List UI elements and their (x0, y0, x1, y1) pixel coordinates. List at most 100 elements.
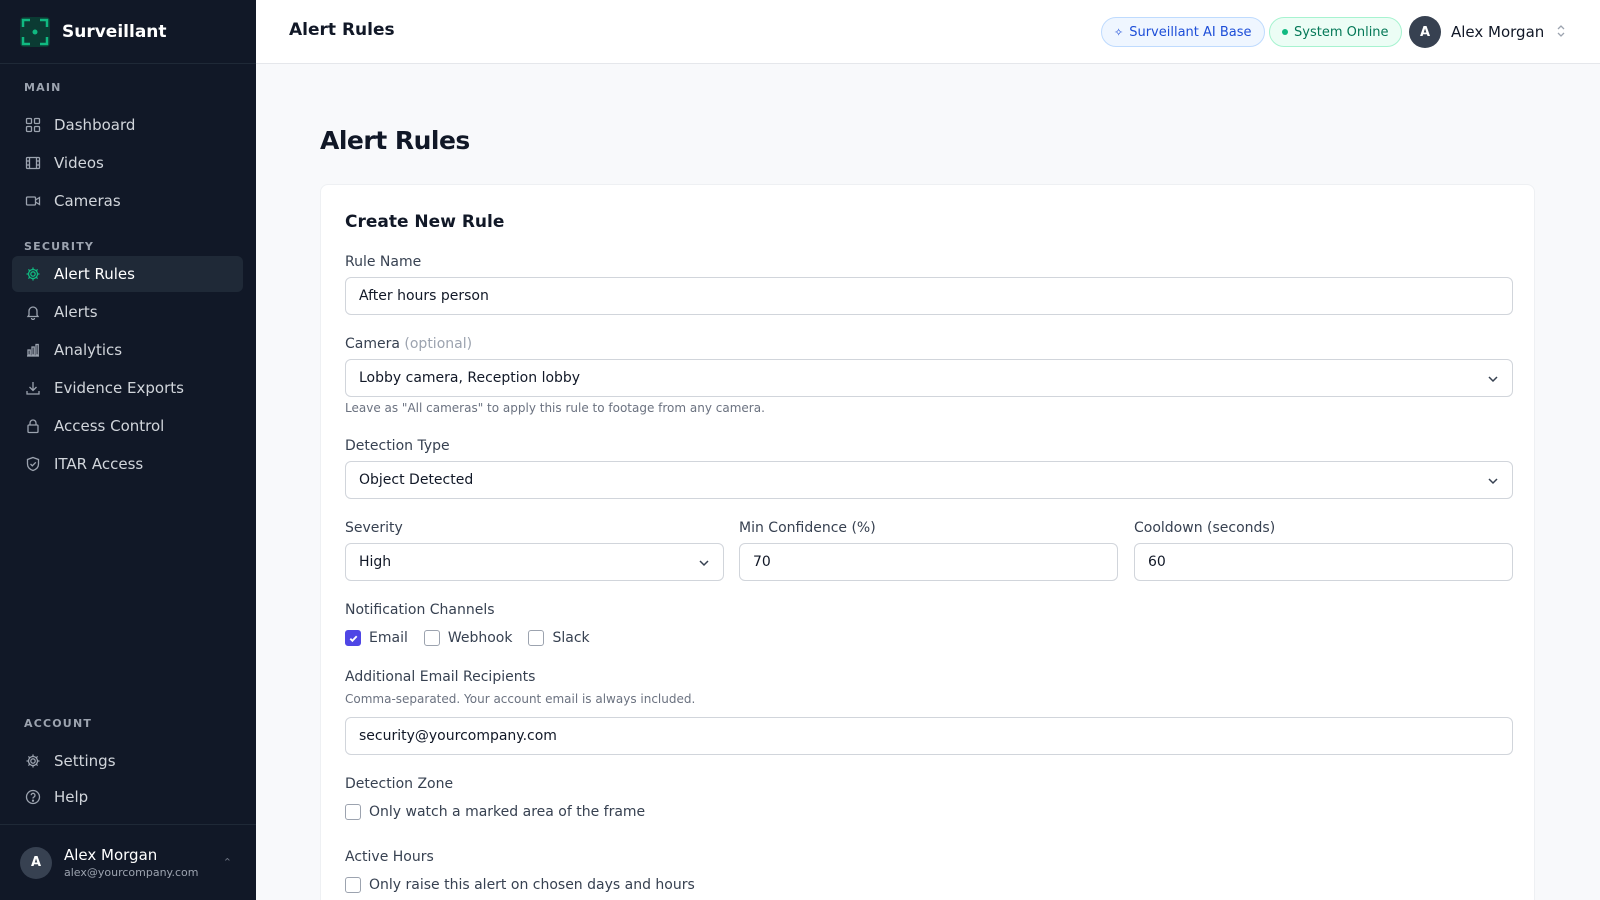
status-badge: System Online (1269, 17, 1402, 47)
download-icon (24, 379, 42, 397)
chevron-up-down-icon: ⌃ (222, 856, 232, 869)
page-title: Alert Rules (320, 126, 470, 155)
bell-icon (24, 303, 42, 321)
channel-email-label: Email (369, 630, 408, 646)
min-confidence-value: 70 (753, 554, 771, 570)
active-hours-checkbox[interactable] (345, 877, 361, 893)
sidebar-item-analytics[interactable]: Analytics (12, 332, 243, 368)
sidebar-item-settings[interactable]: Settings (12, 743, 243, 779)
notification-channels-label: Notification Channels (345, 602, 495, 618)
channel-slack[interactable]: Slack (528, 630, 590, 646)
sidebar-item-label: Alerts (54, 303, 98, 321)
email-recipients-label: Additional Email Recipients (345, 669, 536, 685)
grid-icon (24, 116, 42, 134)
ai-badge-label: Surveillant AI Base (1129, 24, 1252, 40)
avatar: A (20, 846, 52, 879)
section-security-label: SECURITY (24, 240, 95, 253)
rule-name-label: Rule Name (345, 254, 422, 270)
sidebar-item-evidence-exports[interactable]: Evidence Exports (12, 370, 243, 406)
section-account-label: ACCOUNT (24, 717, 93, 730)
detection-zone-checkbox[interactable] (345, 804, 361, 820)
top-user-menu[interactable]: A Alex Morgan (1409, 16, 1566, 48)
brand[interactable]: Surveillant (0, 0, 256, 64)
channel-webhook-label: Webhook (447, 630, 513, 646)
severity-label: Severity (345, 520, 403, 536)
sidebar-item-label: ITAR Access (54, 455, 144, 473)
sidebar-user-menu[interactable]: A Alex Morgan alex@yourcompany.com ⌃ (0, 824, 256, 900)
slack-checkbox[interactable] (528, 630, 545, 646)
cooldown-value: 60 (1148, 554, 1166, 570)
status-dot-icon (1282, 29, 1288, 35)
chevron-down-icon (699, 560, 709, 567)
sidebar-item-label: Cameras (54, 192, 121, 210)
status-badge-label: System Online (1294, 24, 1389, 40)
sidebar-item-itar-access[interactable]: ITAR Access (12, 446, 243, 482)
detection-zone-option-label: Only watch a marked area of the frame (369, 804, 646, 820)
user-name: Alex Morgan (1451, 23, 1545, 41)
app-name: Surveillant (62, 21, 167, 42)
cooldown-input[interactable]: 60 (1134, 543, 1513, 581)
topbar: Alert Rules ✧ Surveillant AI Base System… (256, 0, 1600, 64)
sidebar: Surveillant MAIN Dashboard Videos Camera… (0, 0, 256, 900)
sidebar-item-cameras[interactable]: Cameras (12, 183, 243, 219)
bar-chart-icon (24, 341, 42, 359)
detection-type-select[interactable]: Object Detected (345, 461, 1513, 499)
cooldown-label: Cooldown (seconds) (1134, 520, 1276, 536)
severity-value: High (359, 554, 392, 570)
sidebar-item-label: Analytics (54, 341, 123, 359)
active-hours-option[interactable]: Only raise this alert on chosen days and… (345, 877, 695, 893)
card-title: Create New Rule (345, 212, 505, 232)
film-icon (24, 154, 42, 172)
section-main-label: MAIN (24, 81, 62, 94)
video-camera-icon (24, 192, 42, 210)
lock-icon (24, 417, 42, 435)
gear-icon (24, 752, 42, 770)
help-circle-icon (24, 788, 42, 806)
min-confidence-label: Min Confidence (%) (739, 520, 876, 536)
channel-email[interactable]: Email (345, 630, 408, 646)
user-email: alex@yourcompany.com (64, 866, 199, 879)
camera-label-text: Camera (345, 336, 400, 352)
ai-badge[interactable]: ✧ Surveillant AI Base (1101, 17, 1265, 47)
chevron-down-icon (1488, 376, 1498, 383)
email-recipients-value: security@yourcompany.com (359, 728, 557, 744)
camera-select-value: Lobby camera, Reception lobby (359, 370, 581, 386)
detection-zone-label: Detection Zone (345, 776, 454, 792)
detection-zone-option[interactable]: Only watch a marked area of the frame (345, 804, 645, 820)
avatar: A (1409, 16, 1441, 48)
email-recipients-input[interactable]: security@yourcompany.com (345, 717, 1513, 755)
severity-select[interactable]: High (345, 543, 724, 581)
sidebar-item-label: Videos (54, 154, 104, 172)
detection-type-value: Object Detected (359, 472, 474, 488)
chevron-down-icon (1488, 478, 1498, 485)
sidebar-item-label: Dashboard (54, 116, 136, 134)
sidebar-item-access-control[interactable]: Access Control (12, 408, 243, 444)
shield-check-icon (24, 455, 42, 473)
notification-channels: Email Webhook Slack (345, 630, 606, 646)
email-checkbox[interactable] (345, 630, 361, 646)
sidebar-item-alerts[interactable]: Alerts (12, 294, 243, 330)
topbar-title: Alert Rules (289, 20, 395, 40)
rule-name-input[interactable]: After hours person (345, 277, 1513, 315)
user-name: Alex Morgan (64, 846, 158, 864)
sidebar-item-alert-rules[interactable]: Alert Rules (12, 256, 243, 292)
min-confidence-input[interactable]: 70 (739, 543, 1118, 581)
sidebar-item-label: Evidence Exports (54, 379, 184, 397)
chevron-up-down-icon (1556, 24, 1566, 41)
active-hours-label: Active Hours (345, 849, 434, 865)
webhook-checkbox[interactable] (423, 630, 440, 646)
active-hours-option-label: Only raise this alert on chosen days and… (369, 877, 695, 893)
camera-select[interactable]: Lobby camera, Reception lobby (345, 359, 1513, 397)
sidebar-item-dashboard[interactable]: Dashboard (12, 107, 243, 143)
sidebar-item-videos[interactable]: Videos (12, 145, 243, 181)
sidebar-item-label: Alert Rules (54, 265, 135, 283)
detection-type-label: Detection Type (345, 438, 450, 454)
sidebar-item-label: Settings (54, 752, 116, 770)
gear-icon (24, 265, 42, 283)
sidebar-item-help[interactable]: Help (12, 779, 243, 815)
sparkle-icon: ✧ (1114, 25, 1124, 39)
channel-webhook[interactable]: Webhook (423, 630, 513, 646)
rule-name-value: After hours person (359, 288, 489, 304)
email-recipients-help: Comma-separated. Your account email is a… (345, 692, 696, 706)
sidebar-item-label: Help (54, 788, 89, 806)
